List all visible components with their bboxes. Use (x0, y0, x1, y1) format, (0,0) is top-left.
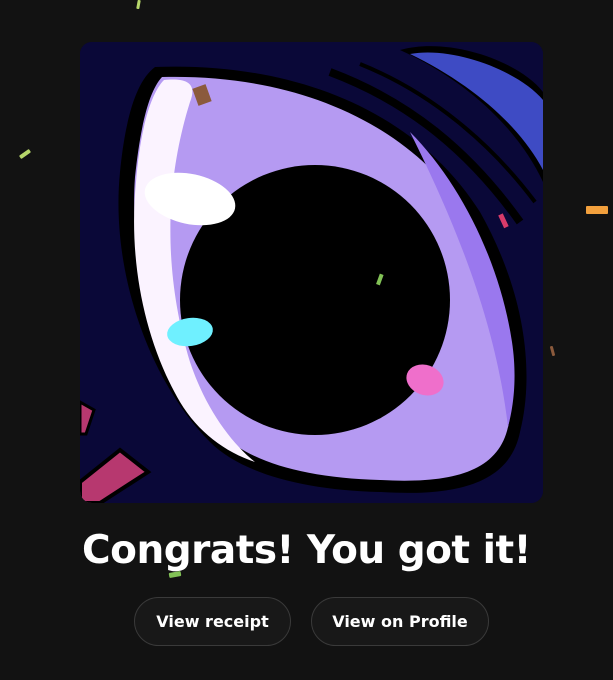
purchase-success-screen: Congrats! You got it! View receipt View … (0, 0, 613, 680)
confetti-piece (18, 148, 32, 160)
view-receipt-button[interactable]: View receipt (134, 597, 291, 646)
eye-illustration (80, 42, 543, 503)
view-on-profile-button[interactable]: View on Profile (311, 597, 489, 646)
confetti-piece (136, 0, 141, 10)
confetti-piece (549, 345, 556, 357)
view-receipt-label: View receipt (156, 612, 269, 631)
congrats-title: Congrats! You got it! (82, 528, 531, 573)
nft-artwork (80, 42, 543, 503)
confetti-piece (586, 206, 608, 214)
view-on-profile-label: View on Profile (332, 612, 468, 631)
